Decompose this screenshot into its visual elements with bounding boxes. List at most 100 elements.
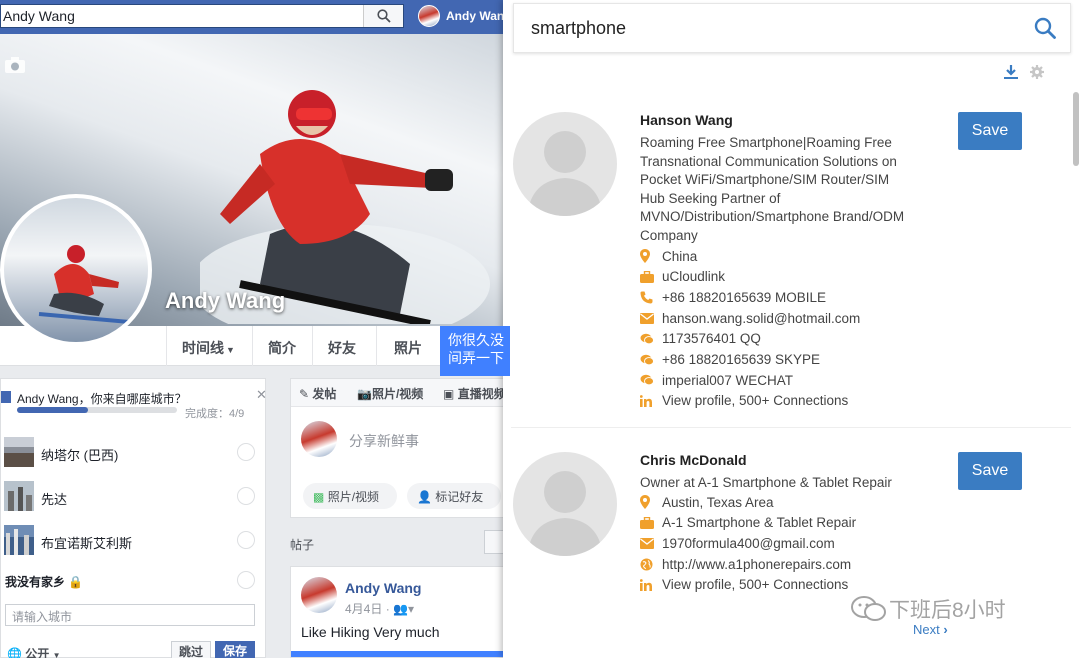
completion-progress-bar (17, 407, 177, 413)
facebook-search-box[interactable]: Andy Wang (0, 4, 404, 28)
composer-tab-live[interactable]: ▣ 直播视频 (443, 385, 506, 402)
contact-field-text: +86 18820165639 MOBILE (662, 289, 827, 305)
hint-tooltip[interactable]: 你很久没 间弄一下 (440, 326, 510, 376)
post-text: Like Hiking Very much (301, 624, 440, 640)
results-scrollbar[interactable] (1073, 92, 1079, 658)
composer-tab-photo[interactable]: 📷照片/视频 (357, 385, 423, 402)
composer-tab-label: 直播视频 (457, 387, 506, 401)
city-thumbnail (4, 437, 34, 467)
photo-video-button[interactable]: ▩ 照片/视频 (303, 483, 397, 509)
facebook-user-link[interactable]: Andy Wang (418, 5, 512, 27)
user-name: Andy Wang (446, 9, 512, 23)
contact-field: Austin, Texas Area (640, 492, 774, 512)
composer-tab-label: 发帖 (312, 387, 337, 401)
skip-button[interactable]: 跳过 (171, 641, 211, 658)
contact-field-text: China (662, 248, 698, 264)
save-hometown-button[interactable]: 保存 (215, 641, 255, 658)
chat-icon (640, 374, 658, 386)
contact-name[interactable]: Hanson Wang (640, 112, 733, 128)
gear-icon[interactable] (1029, 64, 1045, 80)
tab-divider (312, 326, 313, 366)
contact-field[interactable]: http://www.a1phonerepairs.com (640, 554, 851, 574)
video-icon: ▣ (443, 387, 455, 401)
tab-divider (166, 326, 167, 366)
tooltip-line: 你很久没 (448, 332, 504, 348)
lock-icon: 🔒 (68, 575, 84, 589)
composer-input[interactable]: 分享新鲜事 (349, 431, 419, 451)
chat-icon (640, 354, 658, 366)
download-icon[interactable] (1003, 64, 1019, 80)
envelope-icon (640, 537, 658, 549)
contact-field: +86 18820165639 MOBILE (640, 287, 826, 307)
profile-picture[interactable] (0, 194, 152, 346)
tab-about[interactable]: 简介 (268, 338, 296, 358)
city-option[interactable]: 布宜诺斯艾利斯 (1, 519, 267, 563)
globe-icon (640, 558, 658, 571)
linkedin-icon (640, 578, 658, 591)
privacy-label: 公开 (25, 647, 50, 658)
contact-field[interactable]: hanson.wang.solid@hotmail.com (640, 308, 860, 328)
tab-friends[interactable]: 好友 (328, 338, 356, 358)
tab-timeline[interactable]: 时间线 ▼ (182, 338, 235, 358)
posts-heading: 帖子 (290, 538, 315, 552)
contact-field-text: uCloudlink (662, 269, 726, 285)
city-option[interactable]: 纳塔尔 (巴西) (1, 431, 267, 475)
close-icon[interactable]: ✕ (256, 387, 267, 403)
city-name: 先达 (41, 492, 68, 507)
tab-divider (376, 326, 377, 366)
post-avatar[interactable] (301, 577, 337, 613)
city-radio[interactable] (237, 443, 255, 461)
city-radio[interactable] (237, 487, 255, 505)
post-author[interactable]: Andy Wang (345, 580, 421, 596)
contact-field: uCloudlink (640, 267, 725, 287)
watermark-text: 下班后8小时 (889, 599, 1006, 622)
chevron-right-icon: › (943, 622, 948, 637)
no-hometown-radio[interactable] (237, 571, 255, 589)
contact-field[interactable]: 1970formula400@gmail.com (640, 533, 835, 553)
facebook-search-button[interactable] (363, 5, 403, 27)
contact-field[interactable]: View profile, 500+ Connections (640, 575, 848, 595)
post-date-text: 4月4日 (345, 602, 383, 616)
contact-field[interactable]: View profile, 500+ Connections (640, 391, 848, 411)
camera-icon[interactable] (4, 56, 26, 74)
city-option[interactable]: 先达 (1, 475, 267, 519)
tag-friends-button[interactable]: 👤 标记好友 (407, 483, 501, 509)
city-radio[interactable] (237, 531, 255, 549)
extension-search-box (513, 3, 1071, 53)
photo-video-label: 照片/视频 (327, 490, 380, 504)
save-contact-button[interactable]: Save (958, 112, 1022, 150)
tab-photos[interactable]: 照片 (394, 338, 422, 358)
composer-avatar (301, 421, 337, 457)
composer-tab-post[interactable]: ✎ 发帖 (299, 385, 336, 402)
audience-icon[interactable]: 👥▾ (393, 602, 414, 616)
contact-field-text: http://www.a1phonerepairs.com (662, 556, 852, 572)
globe-icon: 🌐 (7, 647, 22, 658)
save-contact-button[interactable]: Save (958, 452, 1022, 490)
privacy-selector[interactable]: 🌐 公开 ▼ (7, 645, 61, 658)
contact-name[interactable]: Chris McDonald (640, 452, 747, 468)
location-pin-icon (640, 249, 658, 263)
extension-search-input[interactable] (514, 4, 1020, 52)
phone-icon (640, 291, 658, 304)
profile-skier-image (38, 245, 130, 324)
next-label: Next (913, 622, 940, 637)
result-card: Hanson Wang Roaming Free Smartphone|Roam… (511, 96, 1071, 428)
post-composer: ✎ 发帖 📷照片/视频 ▣ 直播视频 分享新鲜事 ▩ 照片/视频 👤 标记好友 (290, 378, 511, 518)
contact-field: imperial007 WECHAT (640, 370, 793, 390)
tab-timeline-label: 时间线 (182, 340, 224, 356)
search-icon (1034, 17, 1056, 39)
contact-field-text: 1970formula400@gmail.com (662, 535, 835, 551)
scrollbar-thumb[interactable] (1073, 92, 1079, 166)
no-hometown-option[interactable]: 我没有家乡 🔒 (5, 573, 83, 590)
city-thumbnail (4, 525, 34, 555)
extension-search-button[interactable] (1020, 4, 1070, 52)
timeline-post: Andy Wang 4月4日 · 👥▾ Like Hiking Very muc… (290, 566, 511, 658)
contact-field: A-1 Smartphone & Tablet Repair (640, 513, 856, 533)
default-avatar-icon (527, 131, 603, 216)
contact-field-text: A-1 Smartphone & Tablet Repair (662, 515, 857, 531)
wechat-logo-icon (851, 596, 886, 621)
city-input[interactable]: 请输入城市 (5, 604, 255, 626)
city-name: 布宜诺斯艾利斯 (41, 536, 133, 551)
next-page-link[interactable]: Next › (913, 622, 948, 637)
facebook-search-input[interactable]: Andy Wang (1, 8, 363, 24)
